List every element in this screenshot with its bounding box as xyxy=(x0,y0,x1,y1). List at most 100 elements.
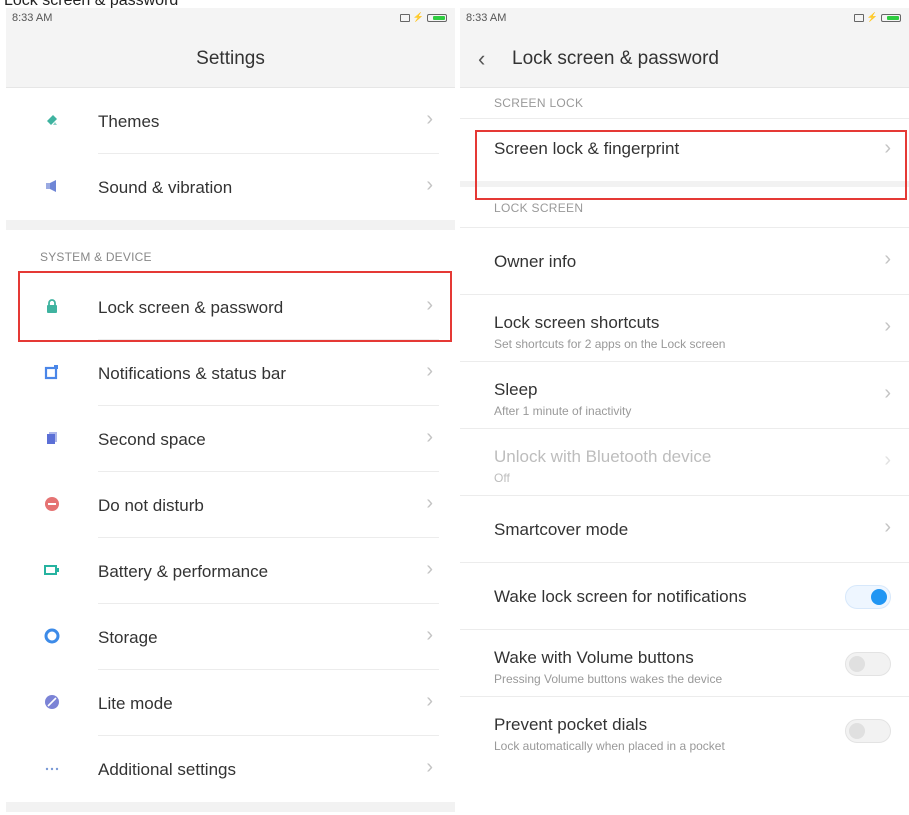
chevron-right-icon: › xyxy=(884,449,891,471)
item-label: Lite mode xyxy=(98,694,173,713)
item-label: Unlock with Bluetooth device xyxy=(494,447,712,466)
top-strip-text: Lock screen & password xyxy=(4,0,178,8)
settings-item-additional-settings[interactable]: Additional settings › xyxy=(6,736,455,802)
settings-item-themes[interactable]: Themes › xyxy=(6,88,455,154)
notification-icon xyxy=(44,364,60,380)
page-title: Lock screen & password xyxy=(512,48,719,69)
more-icon xyxy=(44,760,60,776)
item-subtitle: Pressing Volume buttons wakes the device xyxy=(494,672,723,686)
settings-item-lock-screen-and-password[interactable]: Lock screen & password › xyxy=(6,274,455,340)
item-subtitle: Lock automatically when placed in a pock… xyxy=(494,739,725,753)
status-icons: ⚡ xyxy=(853,12,901,23)
back-arrow-icon[interactable]: ‹ xyxy=(478,46,485,72)
title-bar: Settings xyxy=(6,28,455,88)
lock-item-lock-screen-shortcuts[interactable]: Lock screen shortcuts Set shortcuts for 2… xyxy=(460,294,909,361)
toggle-switch[interactable] xyxy=(845,719,891,743)
settings-item-sound-and-vibration[interactable]: Sound & vibration › xyxy=(6,154,455,220)
battery-status-icon xyxy=(427,13,447,22)
item-label: Sound & vibration xyxy=(98,178,233,197)
status-icons: ⚡ xyxy=(399,12,447,23)
item-label: Wake with Volume buttons xyxy=(494,648,694,667)
settings-list-system: Lock screen & password › Notifications & s… xyxy=(6,274,455,802)
item-subtitle: After 1 minute of inactivity xyxy=(494,404,632,418)
item-label: Storage xyxy=(98,628,158,647)
chevron-right-icon: › xyxy=(426,294,433,316)
chevron-right-icon: › xyxy=(884,315,891,337)
settings-item-lite-mode[interactable]: Lite mode › xyxy=(6,670,455,736)
item-label: Screen lock & fingerprint xyxy=(494,139,680,158)
chevron-right-icon: › xyxy=(426,360,433,382)
section-header-label: SYSTEM & DEVICE xyxy=(40,250,152,264)
item-label: Notifications & status bar xyxy=(98,364,287,383)
settings-screen: 8:33 AM ⚡ Settings Themes › Sound & vibrat… xyxy=(6,8,455,815)
toggle-item-wake-lock-screen-for-notifications: Wake lock screen for notifications xyxy=(460,562,909,629)
item-label: Wake lock screen for notifications xyxy=(494,587,747,606)
sim-icon xyxy=(399,13,410,22)
section-gap-bottom xyxy=(6,802,455,812)
item-label: Owner info xyxy=(494,252,577,271)
item-label: Additional settings xyxy=(98,760,236,779)
item-label: Battery & performance xyxy=(98,562,269,581)
chevron-right-icon: › xyxy=(426,492,433,514)
item-label: Sleep xyxy=(494,380,538,399)
section-header-lock-screen: LOCK SCREEN xyxy=(460,187,909,227)
lite-mode-icon xyxy=(44,694,60,710)
toggle-item-wake-with-volume-buttons: Wake with Volume buttons Pressing Volume … xyxy=(460,629,909,696)
charging-icon: ⚡ xyxy=(866,12,878,22)
title-bar: ‹ Lock screen & password xyxy=(460,28,909,88)
status-bar: 8:33 AM ⚡ xyxy=(460,8,909,28)
brush-icon xyxy=(44,112,60,128)
toggle-item-prevent-pocket-dials: Prevent pocket dials Lock automatically w… xyxy=(460,696,909,763)
item-subtitle: Set shortcuts for 2 apps on the Lock scr… xyxy=(494,337,726,351)
top-strip: Lock screen & password xyxy=(0,0,909,8)
battery-icon xyxy=(44,562,60,578)
chevron-right-icon: › xyxy=(884,516,891,538)
chevron-right-icon: › xyxy=(426,558,433,580)
item-label: Smartcover mode xyxy=(494,520,629,539)
item-label: Prevent pocket dials xyxy=(494,715,648,734)
do-not-disturb-icon xyxy=(44,496,60,512)
settings-item-battery-and-performance[interactable]: Battery & performance › xyxy=(6,538,455,604)
section-gap xyxy=(6,220,455,230)
stack-icon xyxy=(44,430,60,446)
section-header-label: SCREEN LOCK xyxy=(494,96,584,110)
sim-icon xyxy=(853,13,864,22)
status-time: 8:33 AM xyxy=(12,12,53,24)
page-title: Settings xyxy=(196,48,265,69)
chevron-right-icon: › xyxy=(426,624,433,646)
settings-item-second-space[interactable]: Second space › xyxy=(6,406,455,472)
settings-list-top: Themes › Sound & vibration › xyxy=(6,88,455,220)
settings-item-do-not-disturb[interactable]: Do not disturb › xyxy=(6,472,455,538)
screen-lock-fingerprint-item[interactable]: Screen lock & fingerprint › xyxy=(460,118,909,181)
charging-icon: ⚡ xyxy=(412,12,424,22)
item-label: Do not disturb xyxy=(98,496,204,515)
section-header-screen-lock: SCREEN LOCK xyxy=(460,88,909,118)
storage-icon xyxy=(44,628,60,644)
item-label: Themes xyxy=(98,112,160,131)
toggle-switch[interactable] xyxy=(845,652,891,676)
chevron-right-icon: › xyxy=(884,248,891,270)
item-label: Lock screen & password xyxy=(98,298,284,317)
item-label: Lock screen shortcuts xyxy=(494,313,660,332)
battery-status-icon xyxy=(881,13,901,22)
lock-item-unlock-with-bluetooth-device: Unlock with Bluetooth device Off › xyxy=(460,428,909,495)
status-bar: 8:33 AM ⚡ xyxy=(6,8,455,28)
lock-screen-password-screen: 8:33 AM ⚡ ‹ Lock screen & password SCREE… xyxy=(460,8,909,815)
chevron-right-icon: › xyxy=(426,426,433,448)
lock-item-smartcover-mode[interactable]: Smartcover mode › xyxy=(460,495,909,562)
status-time: 8:33 AM xyxy=(466,12,507,24)
chevron-right-icon: › xyxy=(884,382,891,404)
settings-item-notifications-and-status-bar[interactable]: Notifications & status bar › xyxy=(6,340,455,406)
chevron-right-icon: › xyxy=(426,108,433,130)
lock-item-sleep[interactable]: Sleep After 1 minute of inactivity › xyxy=(460,361,909,428)
speaker-icon xyxy=(44,178,60,194)
section-header-system-device: SYSTEM & DEVICE xyxy=(6,230,455,274)
lock-item-owner-info[interactable]: Owner info › xyxy=(460,227,909,294)
chevron-right-icon: › xyxy=(884,137,891,159)
settings-item-storage[interactable]: Storage › xyxy=(6,604,455,670)
toggle-switch[interactable] xyxy=(845,585,891,609)
chevron-right-icon: › xyxy=(426,690,433,712)
chevron-right-icon: › xyxy=(426,756,433,778)
item-subtitle: Off xyxy=(494,471,510,485)
item-label: Second space xyxy=(98,430,206,449)
